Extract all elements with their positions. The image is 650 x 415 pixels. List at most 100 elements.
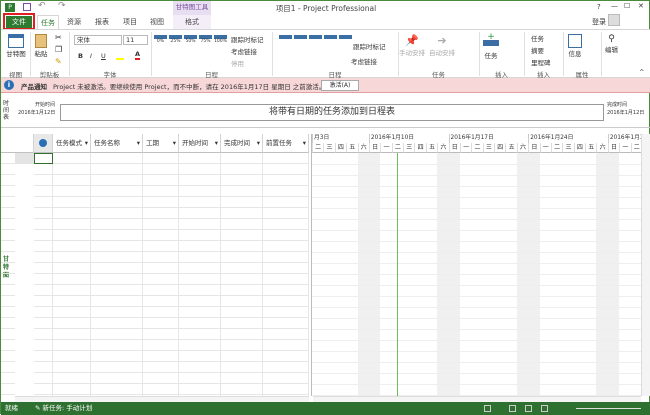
- avatar[interactable]: [608, 14, 620, 26]
- tab-file[interactable]: 文件: [3, 13, 35, 30]
- row-header[interactable]: [15, 307, 34, 318]
- row-header[interactable]: [15, 186, 34, 197]
- italic-button[interactable]: I: [90, 52, 92, 60]
- resource-sheet-shortcut[interactable]: [541, 405, 548, 412]
- row-header[interactable]: [15, 384, 34, 395]
- activate-button[interactable]: 激活(A): [321, 80, 359, 91]
- chevron-down-icon[interactable]: ▾: [303, 134, 306, 153]
- editing-button[interactable]: ⚲ 编辑: [605, 34, 618, 54]
- row-header[interactable]: [15, 274, 34, 285]
- timeline-bar[interactable]: 将带有日期的任务添加到日程表: [60, 104, 604, 121]
- mark-on-track-button[interactable]: 跟踪时标记: [231, 34, 264, 44]
- select-all-corner[interactable]: [1, 134, 34, 153]
- column-header[interactable]: 开始时间 ▾: [179, 134, 221, 153]
- row-header[interactable]: [15, 153, 34, 164]
- table-row[interactable]: [1, 329, 309, 340]
- percent-4-button[interactable]: [339, 35, 352, 39]
- minimize-button[interactable]: —: [611, 2, 618, 10]
- tab-format[interactable]: 格式: [173, 15, 211, 29]
- chevron-down-icon[interactable]: ▾: [215, 134, 218, 153]
- manual-schedule-button[interactable]: 📌 手动安排: [399, 34, 425, 57]
- table-row[interactable]: [1, 285, 309, 296]
- font-name-select[interactable]: 宋体: [74, 35, 122, 45]
- mark-on-track-button-2[interactable]: 跟踪时标记: [353, 41, 386, 51]
- row-header[interactable]: [15, 340, 34, 351]
- tab-task[interactable]: 任务: [37, 15, 59, 30]
- tab-report[interactable]: 报表: [89, 15, 115, 29]
- row-header[interactable]: [15, 252, 34, 263]
- column-header[interactable]: 工期 ▾: [143, 134, 179, 153]
- column-header[interactable]: 前置任务 ▾: [263, 134, 309, 153]
- table-row[interactable]: [1, 164, 309, 175]
- percent-3-button[interactable]: 75%: [199, 35, 212, 44]
- table-row[interactable]: [1, 351, 309, 362]
- highlight-color-icon[interactable]: [116, 52, 124, 60]
- row-header[interactable]: [15, 318, 34, 329]
- percent-3-button[interactable]: [324, 35, 337, 39]
- row-header[interactable]: [15, 351, 34, 362]
- close-button[interactable]: ✕: [638, 2, 644, 10]
- cut-icon[interactable]: ✂: [55, 33, 62, 42]
- insert-milestone-button[interactable]: 里程碑: [531, 57, 551, 67]
- information-button[interactable]: 信息: [568, 34, 582, 58]
- font-color-icon[interactable]: A: [135, 50, 141, 60]
- login-link[interactable]: 登录: [592, 17, 606, 27]
- active-cell[interactable]: [34, 153, 53, 164]
- table-row[interactable]: [1, 186, 309, 197]
- percent-2-button[interactable]: [309, 35, 322, 39]
- gantt-view-button[interactable]: 甘特图: [5, 34, 27, 58]
- chevron-down-icon[interactable]: ▾: [137, 134, 140, 153]
- gantt-view-shortcut[interactable]: [484, 405, 491, 412]
- percent-2-button[interactable]: 50%: [184, 35, 197, 44]
- font-size-select[interactable]: 11: [123, 35, 148, 45]
- insert-summary-button[interactable]: 摘要: [531, 45, 544, 55]
- row-header[interactable]: [15, 197, 34, 208]
- respect-links-button-2[interactable]: 考虑链接: [351, 56, 377, 66]
- table-row[interactable]: [1, 208, 309, 219]
- table-row[interactable]: [1, 175, 309, 186]
- percent-4-button[interactable]: 100%: [214, 35, 227, 44]
- insert-task-button[interactable]: + 任务: [483, 33, 499, 60]
- table-row[interactable]: [1, 362, 309, 373]
- table-row[interactable]: [1, 230, 309, 241]
- row-header[interactable]: [15, 208, 34, 219]
- column-header[interactable]: 完成时间 ▾: [221, 134, 263, 153]
- row-header[interactable]: [15, 241, 34, 252]
- table-row[interactable]: [1, 252, 309, 263]
- row-header[interactable]: [15, 362, 34, 373]
- chevron-down-icon[interactable]: ▾: [257, 134, 260, 153]
- insert-task-menu[interactable]: 任务: [531, 33, 544, 43]
- percent-1-button[interactable]: 25%: [169, 35, 182, 44]
- row-header[interactable]: [15, 373, 34, 384]
- zoom-slider[interactable]: [576, 408, 641, 409]
- new-task-mode-button[interactable]: ✎ 新任务: 手动计划: [35, 402, 92, 415]
- help-button[interactable]: ?: [597, 3, 601, 11]
- table-row[interactable]: [1, 241, 309, 252]
- chevron-down-icon[interactable]: ▾: [173, 134, 176, 153]
- row-header[interactable]: [15, 329, 34, 340]
- table-row[interactable]: [1, 219, 309, 230]
- table-row[interactable]: [1, 274, 309, 285]
- inactivate-button[interactable]: 停用: [231, 58, 244, 68]
- task-usage-shortcut[interactable]: [509, 405, 516, 412]
- row-header[interactable]: [15, 164, 34, 175]
- maximize-button[interactable]: ☐: [624, 2, 630, 10]
- row-header[interactable]: [15, 175, 34, 186]
- table-row[interactable]: [1, 340, 309, 351]
- tab-resource[interactable]: 资源: [61, 15, 87, 29]
- table-row[interactable]: [1, 318, 309, 329]
- row-header[interactable]: [15, 219, 34, 230]
- row-header[interactable]: [15, 230, 34, 241]
- table-row[interactable]: [1, 384, 309, 395]
- row-header[interactable]: [15, 285, 34, 296]
- indicator-column-header[interactable]: [34, 134, 53, 153]
- bold-button[interactable]: B: [78, 52, 83, 60]
- team-planner-shortcut[interactable]: [525, 405, 532, 412]
- copy-icon[interactable]: ❐: [55, 45, 62, 54]
- row-header[interactable]: [15, 263, 34, 274]
- tab-view[interactable]: 视图: [144, 15, 170, 29]
- chevron-down-icon[interactable]: ▾: [85, 134, 88, 153]
- column-header[interactable]: 任务名称 ▾: [91, 134, 143, 153]
- auto-schedule-button[interactable]: ➔ 自动安排: [429, 34, 455, 57]
- table-row[interactable]: [1, 197, 309, 208]
